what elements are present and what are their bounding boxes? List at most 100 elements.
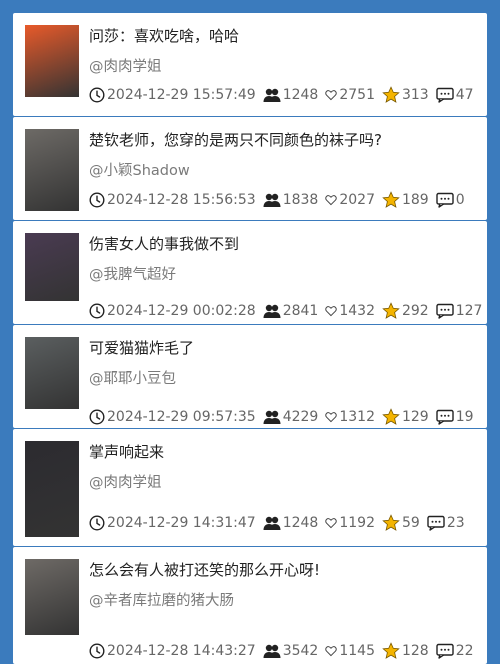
post-title[interactable]: 怎么会有人被打还笑的那么开心呀! xyxy=(89,559,320,580)
post-comments[interactable]: 0 xyxy=(436,192,465,208)
post-title[interactable]: 可爱猫猫炸毛了 xyxy=(89,337,194,358)
heart-icon[interactable] xyxy=(325,89,338,101)
post-title[interactable]: 问莎：喜欢吃啥，哈哈 xyxy=(89,25,239,46)
post-views: 4229 xyxy=(263,409,319,425)
post-thumbnail[interactable] xyxy=(25,441,79,537)
post-stars[interactable]: 292 xyxy=(382,302,429,320)
post-meta: 2024-12-28 15:56:53 1838 2027 189 0 xyxy=(89,190,465,210)
comment-icon[interactable] xyxy=(436,192,454,208)
post-title[interactable]: 楚钦老师，您穿的是两只不同颜色的袜子吗? xyxy=(89,129,382,150)
post-time-text: 2024-12-29 15:57:49 xyxy=(107,87,256,103)
post-author[interactable]: @肉肉学姐 xyxy=(89,471,162,492)
post-author[interactable]: @辛者库拉磨的猪大肠 xyxy=(89,589,234,610)
post-comments-count: 22 xyxy=(455,643,474,659)
people-icon xyxy=(263,515,281,531)
post-likes[interactable]: 2751 xyxy=(325,87,375,103)
post-likes-count: 2751 xyxy=(339,87,375,103)
people-icon xyxy=(263,303,281,319)
post-author[interactable]: @耶耶小豆包 xyxy=(89,367,176,388)
clock-icon xyxy=(89,192,105,208)
post-views-count: 4229 xyxy=(282,409,319,425)
star-icon[interactable] xyxy=(382,642,400,660)
post-time: 2024-12-28 15:56:53 xyxy=(89,192,256,208)
post-comments[interactable]: 127 xyxy=(436,303,483,319)
post-card[interactable]: 伤害女人的事我做不到 @我脾气超好 2024-12-29 00:02:28 28… xyxy=(13,221,487,324)
post-thumbnail[interactable] xyxy=(25,129,79,211)
post-likes[interactable]: 2027 xyxy=(325,192,375,208)
post-views: 2841 xyxy=(263,303,318,319)
post-thumbnail[interactable] xyxy=(25,559,79,635)
post-meta: 2024-12-29 09:57:35 4229 1312 129 19 xyxy=(89,407,474,427)
post-likes[interactable]: 1432 xyxy=(325,303,375,319)
post-stars[interactable]: 313 xyxy=(382,86,429,104)
post-stars-count: 128 xyxy=(401,643,429,659)
post-comments[interactable]: 23 xyxy=(427,515,465,531)
post-comments[interactable]: 22 xyxy=(436,643,474,659)
post-views-count: 1838 xyxy=(282,192,319,208)
post-stars[interactable]: 189 xyxy=(382,191,429,209)
post-card[interactable]: 问莎：喜欢吃啥，哈哈 @肉肉学姐 2024-12-29 15:57:49 124… xyxy=(13,13,487,116)
comment-icon[interactable] xyxy=(436,303,454,319)
heart-icon[interactable] xyxy=(325,305,338,317)
people-icon xyxy=(263,192,281,208)
post-thumbnail[interactable] xyxy=(25,337,79,409)
comment-icon[interactable] xyxy=(436,87,454,103)
star-icon[interactable] xyxy=(382,302,400,320)
star-icon[interactable] xyxy=(382,514,400,532)
post-stars[interactable]: 59 xyxy=(382,514,420,532)
post-stars-count: 313 xyxy=(401,87,429,103)
post-likes-count: 1432 xyxy=(339,303,375,319)
heart-icon[interactable] xyxy=(325,194,338,206)
post-time-text: 2024-12-29 09:57:35 xyxy=(107,409,256,425)
post-time-text: 2024-12-29 14:31:47 xyxy=(107,515,256,531)
post-views: 1838 xyxy=(263,192,319,208)
post-thumbnail[interactable] xyxy=(25,233,79,301)
clock-icon xyxy=(89,643,105,659)
heart-icon[interactable] xyxy=(325,411,338,423)
comment-icon[interactable] xyxy=(427,515,445,531)
post-time: 2024-12-29 14:31:47 xyxy=(89,515,256,531)
heart-icon[interactable] xyxy=(325,517,338,529)
people-icon xyxy=(263,643,281,659)
star-icon[interactable] xyxy=(382,191,400,209)
post-likes[interactable]: 1192 xyxy=(325,515,375,531)
post-views: 3542 xyxy=(263,643,319,659)
post-stars-count: 59 xyxy=(401,515,420,531)
post-title[interactable]: 掌声响起来 xyxy=(89,441,164,462)
comment-icon[interactable] xyxy=(436,643,454,659)
post-likes-count: 1192 xyxy=(339,515,375,531)
post-comments[interactable]: 47 xyxy=(436,87,474,103)
post-views-count: 3542 xyxy=(282,643,319,659)
post-card[interactable]: 楚钦老师，您穿的是两只不同颜色的袜子吗? @小颖Shadow 2024-12-2… xyxy=(13,117,487,220)
post-stars[interactable]: 129 xyxy=(382,408,429,426)
comment-icon[interactable] xyxy=(436,409,454,425)
star-icon[interactable] xyxy=(382,86,400,104)
clock-icon xyxy=(89,409,105,425)
post-title[interactable]: 伤害女人的事我做不到 xyxy=(89,233,239,254)
star-icon[interactable] xyxy=(382,408,400,426)
post-comments-count: 0 xyxy=(455,192,465,208)
post-comments-count: 19 xyxy=(455,409,474,425)
post-author[interactable]: @小颖Shadow xyxy=(89,159,190,180)
post-likes[interactable]: 1145 xyxy=(325,643,375,659)
post-card[interactable]: 可爱猫猫炸毛了 @耶耶小豆包 2024-12-29 09:57:35 4229 … xyxy=(13,325,487,428)
post-likes-count: 2027 xyxy=(339,192,375,208)
post-likes[interactable]: 1312 xyxy=(325,409,375,425)
post-stars-count: 129 xyxy=(401,409,429,425)
heart-icon[interactable] xyxy=(325,645,338,657)
post-thumbnail[interactable] xyxy=(25,25,79,97)
post-comments[interactable]: 19 xyxy=(436,409,474,425)
post-time: 2024-12-29 00:02:28 xyxy=(89,303,256,319)
post-card[interactable]: 怎么会有人被打还笑的那么开心呀! @辛者库拉磨的猪大肠 2024-12-28 1… xyxy=(13,547,487,664)
post-time-text: 2024-12-28 15:56:53 xyxy=(107,192,256,208)
post-author[interactable]: @肉肉学姐 xyxy=(89,55,162,76)
post-likes-count: 1312 xyxy=(339,409,375,425)
post-time: 2024-12-29 15:57:49 xyxy=(89,87,256,103)
post-stars[interactable]: 128 xyxy=(382,642,429,660)
people-icon xyxy=(263,87,281,103)
post-author[interactable]: @我脾气超好 xyxy=(89,263,176,284)
post-comments-count: 127 xyxy=(455,303,483,319)
post-card[interactable]: 掌声响起来 @肉肉学姐 2024-12-29 14:31:47 1248 119… xyxy=(13,429,487,546)
post-time: 2024-12-29 09:57:35 xyxy=(89,409,256,425)
post-meta: 2024-12-29 15:57:49 1248 2751 313 47 xyxy=(89,85,474,105)
